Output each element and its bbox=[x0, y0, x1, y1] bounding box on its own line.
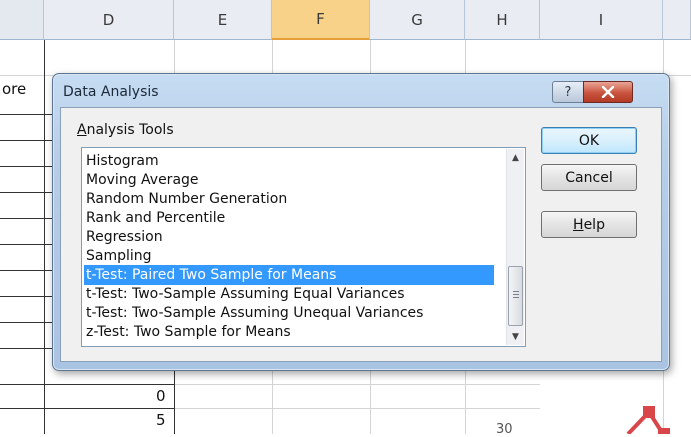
list-item[interactable]: Regression bbox=[84, 227, 494, 247]
list-scrollbar[interactable]: ▲ ▼ bbox=[506, 149, 524, 345]
cell-border bbox=[0, 244, 52, 245]
list-item[interactable]: Sampling bbox=[84, 246, 494, 266]
embedded-chart[interactable]: 30 bbox=[496, 384, 691, 437]
cell-border bbox=[0, 218, 52, 219]
label-text: nalysis Tools bbox=[86, 122, 174, 138]
column-header-g[interactable]: G bbox=[370, 0, 465, 40]
cell-border bbox=[0, 384, 174, 385]
cell-border bbox=[0, 192, 52, 193]
column-header-i[interactable]: I bbox=[540, 0, 663, 40]
column-letter: G bbox=[411, 10, 423, 29]
dialog-body: Analysis Tools Histogram Moving Average … bbox=[60, 107, 662, 362]
cell-value[interactable]: 0 bbox=[156, 387, 166, 405]
analysis-tools-label: Analysis Tools bbox=[77, 122, 174, 138]
list-item-selected[interactable]: t-Test: Paired Two Sample for Means bbox=[84, 265, 494, 285]
cell-border bbox=[0, 348, 52, 349]
column-letter: D bbox=[102, 10, 115, 29]
gridline bbox=[174, 408, 540, 409]
column-header-f[interactable]: F bbox=[272, 0, 370, 40]
column-letter: H bbox=[496, 10, 508, 29]
cell-border bbox=[174, 360, 175, 434]
help-button[interactable]: Help bbox=[541, 211, 637, 238]
grip-line bbox=[513, 294, 519, 295]
cell-border bbox=[0, 296, 52, 297]
list-item[interactable]: Random Number Generation bbox=[84, 189, 494, 209]
gridline bbox=[174, 384, 540, 385]
cell-border bbox=[0, 114, 52, 115]
grip-line bbox=[513, 297, 519, 298]
button-label: elp bbox=[583, 216, 605, 233]
column-letter: F bbox=[316, 10, 325, 28]
cell-border bbox=[0, 270, 52, 271]
chart-line bbox=[626, 406, 670, 434]
list-item[interactable]: t-Test: Two-Sample Assuming Equal Varian… bbox=[84, 284, 494, 304]
list-item[interactable]: Moving Average bbox=[84, 170, 494, 190]
analysis-tools-list[interactable]: Histogram Moving Average Random Number G… bbox=[81, 147, 526, 347]
scroll-thumb[interactable] bbox=[508, 266, 523, 326]
data-analysis-dialog: Data Analysis ? Analysis Tools Histogram… bbox=[52, 73, 670, 371]
column-letter: E bbox=[217, 10, 228, 29]
column-letter: I bbox=[598, 10, 604, 29]
cell-value[interactable]: 5 bbox=[156, 411, 166, 429]
cell-border bbox=[0, 408, 174, 409]
column-header-h[interactable]: H bbox=[465, 0, 540, 40]
list-item[interactable]: Rank and Percentile bbox=[84, 208, 494, 228]
cell-border bbox=[44, 40, 45, 434]
cell-border bbox=[0, 140, 52, 141]
column-header-d[interactable]: D bbox=[44, 0, 174, 40]
close-button[interactable] bbox=[583, 81, 633, 103]
scroll-down-arrow-icon[interactable]: ▼ bbox=[507, 328, 524, 345]
column-header-next[interactable] bbox=[663, 0, 691, 40]
cancel-button[interactable]: Cancel bbox=[541, 164, 637, 191]
question-icon: ? bbox=[564, 84, 572, 100]
scroll-up-arrow-icon[interactable]: ▲ bbox=[507, 149, 524, 166]
grip-line bbox=[513, 291, 519, 292]
list-item[interactable]: Histogram bbox=[84, 151, 494, 171]
column-header-e[interactable]: E bbox=[174, 0, 272, 40]
chart-axis-label: 30 bbox=[496, 422, 513, 437]
ok-button[interactable]: OK bbox=[541, 127, 637, 154]
title-help-button[interactable]: ? bbox=[552, 81, 584, 103]
list-item[interactable]: z-Test: Two Sample for Means bbox=[84, 322, 494, 342]
cell-border bbox=[0, 166, 52, 167]
row-header-corner[interactable] bbox=[0, 0, 44, 40]
accelerator-key: H bbox=[573, 216, 584, 233]
accelerator-key: A bbox=[77, 122, 87, 138]
cell-header-fragment[interactable]: ore bbox=[2, 80, 26, 98]
list-item[interactable]: t-Test: Two-Sample Assuming Unequal Vari… bbox=[84, 303, 494, 323]
cell-border bbox=[0, 322, 52, 323]
close-icon bbox=[601, 86, 615, 98]
dialog-title: Data Analysis bbox=[63, 84, 159, 100]
